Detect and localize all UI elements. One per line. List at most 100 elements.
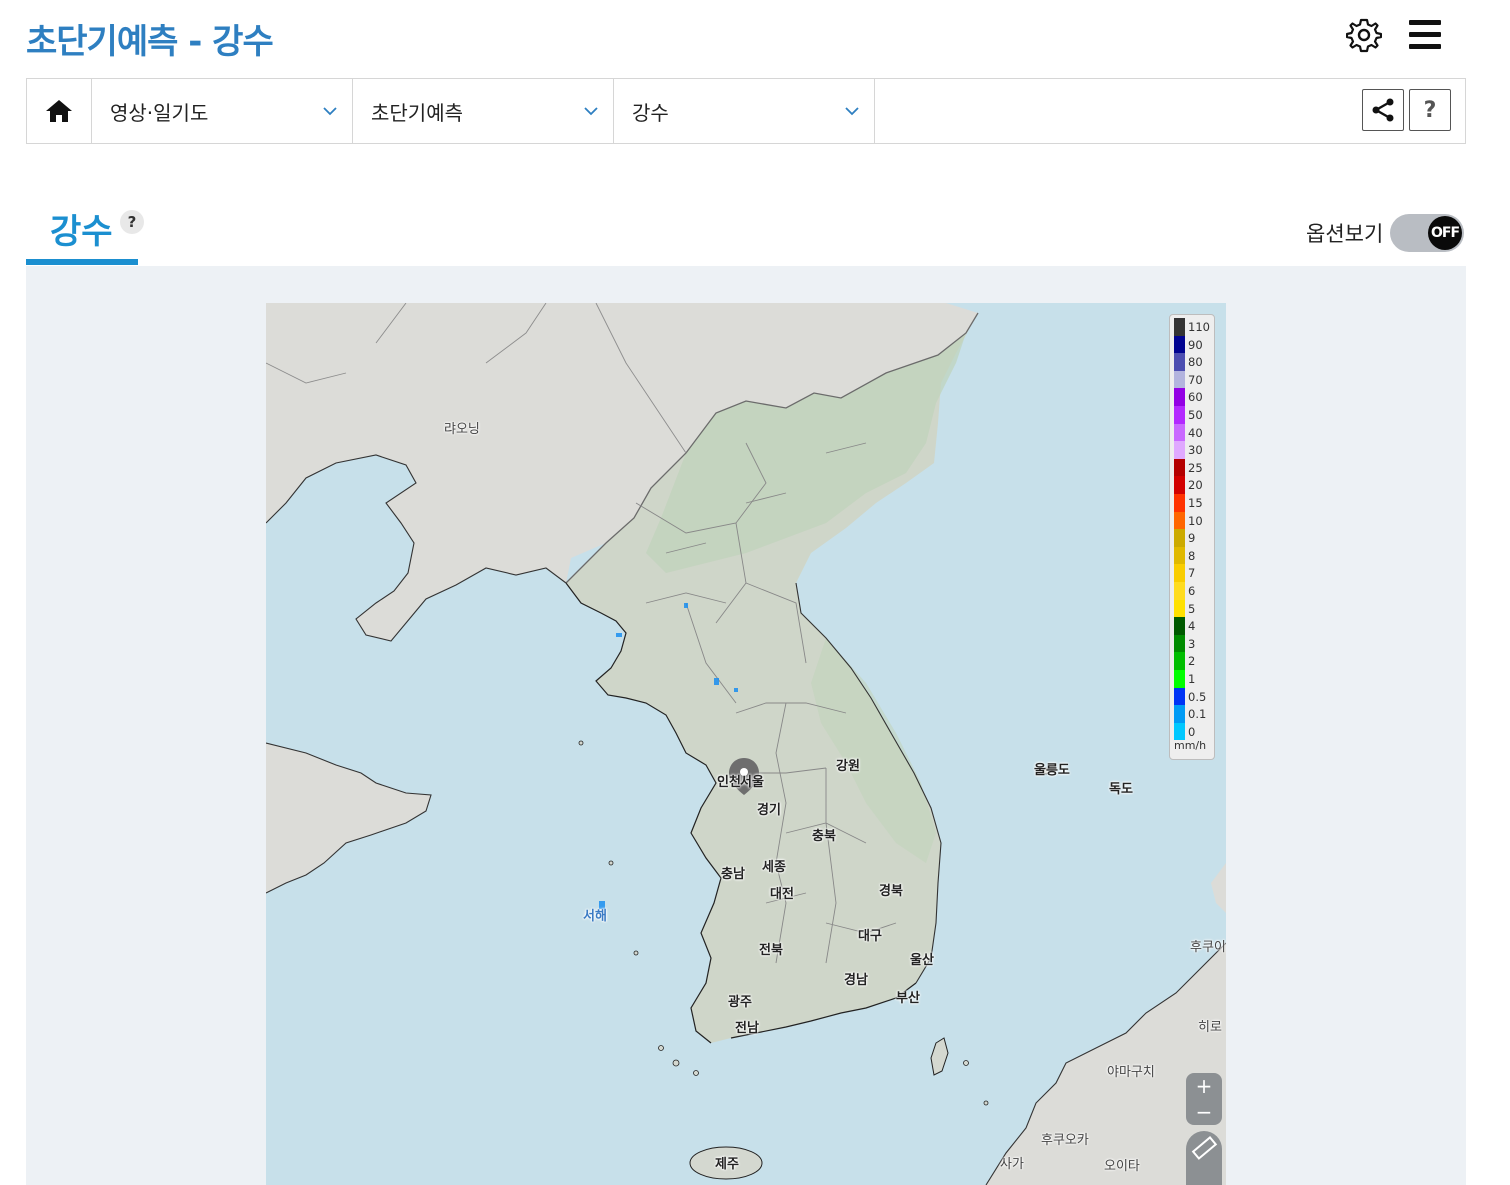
map-label-dokdo: 독도 [1109,782,1133,797]
map-label-daejeon: 대전 [770,887,794,902]
legend-swatch [1174,476,1185,494]
map-label-fukuoka: 후쿠오카 [1041,1133,1089,1148]
legend-item: 40 [1174,423,1216,442]
share-icon [1372,98,1394,122]
zoom-out-button[interactable]: − [1186,1099,1222,1125]
gear-icon[interactable] [1346,17,1382,53]
legend-swatch [1174,318,1185,336]
legend-swatch [1174,722,1185,741]
tab-label: 강수 [50,212,113,252]
chevron-down-icon [845,107,859,116]
legend-swatch [1174,564,1185,582]
legend-item: 7 [1174,564,1216,582]
map-label-hiroshima: 히로 [1198,1020,1222,1035]
legend-swatch [1174,423,1185,442]
map-label-incheon: 인천 [717,775,741,790]
zoom-in-button[interactable]: + [1186,1073,1222,1099]
legend-swatch [1174,670,1185,688]
legend-item: 60 [1174,388,1216,406]
legend-item: 2 [1174,652,1216,670]
legend-value: 3 [1188,636,1196,651]
legend-item: 0.5 [1174,687,1216,706]
map-label-sejong: 세종 [762,860,786,875]
legend-item: 70 [1174,370,1216,389]
legend-value: 0.1 [1188,707,1207,722]
legend-item: 5 [1174,599,1216,618]
breadcrumb-dropdown-product[interactable]: 초단기예측 [353,79,614,143]
chevron-down-icon [584,107,598,116]
legend-value: 15 [1188,496,1203,510]
legend-item: 15 [1174,494,1216,512]
legend-item: 10 [1174,511,1216,530]
help-button[interactable]: ? [1409,89,1451,131]
menu-icon[interactable] [1406,18,1444,52]
precipitation-map[interactable]: 랴오닝 인천 서울 강원 경기 충북 충남 세종 대전 경북 대구 전북 울산 … [266,303,1226,1185]
help-icon: ? [1423,97,1437,123]
legend-swatch [1174,335,1185,354]
tab-help-icon[interactable]: ? [120,210,144,234]
legend-swatch [1174,388,1185,406]
legend-item: 30 [1174,441,1216,459]
home-button[interactable] [27,79,92,143]
legend-value: 110 [1188,320,1210,334]
legend-value: 4 [1188,619,1196,634]
legend-swatch [1174,582,1185,600]
measure-button[interactable] [1186,1131,1222,1185]
legend-value: 6 [1188,584,1196,598]
legend-value: 8 [1188,548,1196,563]
header: 초단기예측 - 강수 [0,0,1510,78]
legend-value: 5 [1188,601,1196,616]
chevron-down-icon [323,107,337,116]
legend-swatch [1174,687,1185,706]
breadcrumb-dropdown-element[interactable]: 강수 [614,79,875,143]
legend-item: 0.1 [1174,705,1216,723]
home-icon [46,100,72,122]
legend-item: 80 [1174,353,1216,371]
breadcrumb-dropdown-category[interactable]: 영상·일기도 [92,79,353,143]
toggle-knob: OFF [1428,216,1462,250]
legend-value: 9 [1188,531,1196,546]
map-label-liaoning: 랴오닝 [444,422,480,437]
map-label-busan: 부산 [896,991,920,1006]
legend-item: 1 [1174,670,1216,688]
options-toggle[interactable]: OFF [1390,214,1464,252]
map-label-west-sea: 서해 [583,909,607,924]
map-label-oita: 오이타 [1104,1159,1140,1174]
map-label-ulleungdo: 울릉도 [1034,763,1070,778]
precipitation-legend: mm/h 110 90 80 70 60 50 40 30 25 20 15 10 9 8 7 6 5 4 3 2 1 0… [1169,314,1215,760]
map-label-gyeongnam: 경남 [844,973,868,988]
tab-active-indicator [26,259,138,265]
legend-value: 0 [1188,724,1196,739]
legend-unit: mm/h [1174,739,1207,752]
map-label-chungnam: 충남 [721,867,745,882]
legend-value: 25 [1188,460,1203,475]
legend-value: 1 [1188,672,1196,686]
legend-swatch [1174,546,1185,565]
map-label-gwangju: 광주 [728,995,752,1010]
legend-item: 25 [1174,458,1216,477]
map-label-yamaguchi: 야마구치 [1107,1065,1155,1080]
legend-value: 70 [1188,372,1203,387]
legend-value: 60 [1188,390,1203,405]
breadcrumb-label: 강수 [632,101,669,125]
legend-value: 10 [1188,513,1203,528]
legend-value: 50 [1188,408,1203,422]
legend-value: 30 [1188,443,1203,458]
legend-value: 20 [1188,478,1203,493]
map-label-jeonnam: 전남 [735,1021,759,1036]
breadcrumb: 영상·일기도 초단기예측 강수 ? [26,78,1466,144]
map-label-jeonbuk: 전북 [759,943,783,958]
share-button[interactable] [1362,89,1404,131]
legend-swatch [1174,652,1185,670]
map-label-jeju: 제주 [715,1157,739,1172]
tab-precipitation[interactable]: 강수 ? [26,196,144,266]
map-label-gyeonggi: 경기 [757,803,781,818]
map-label-daegu: 대구 [858,929,882,944]
map-label-gyeongbuk: 경북 [879,884,903,899]
legend-swatch [1174,634,1185,653]
breadcrumb-label: 초단기예측 [371,101,463,125]
breadcrumb-label: 영상·일기도 [110,101,209,125]
zoom-control: + − [1186,1073,1222,1125]
legend-swatch [1174,353,1185,371]
map-label-ulsan: 울산 [910,953,934,968]
